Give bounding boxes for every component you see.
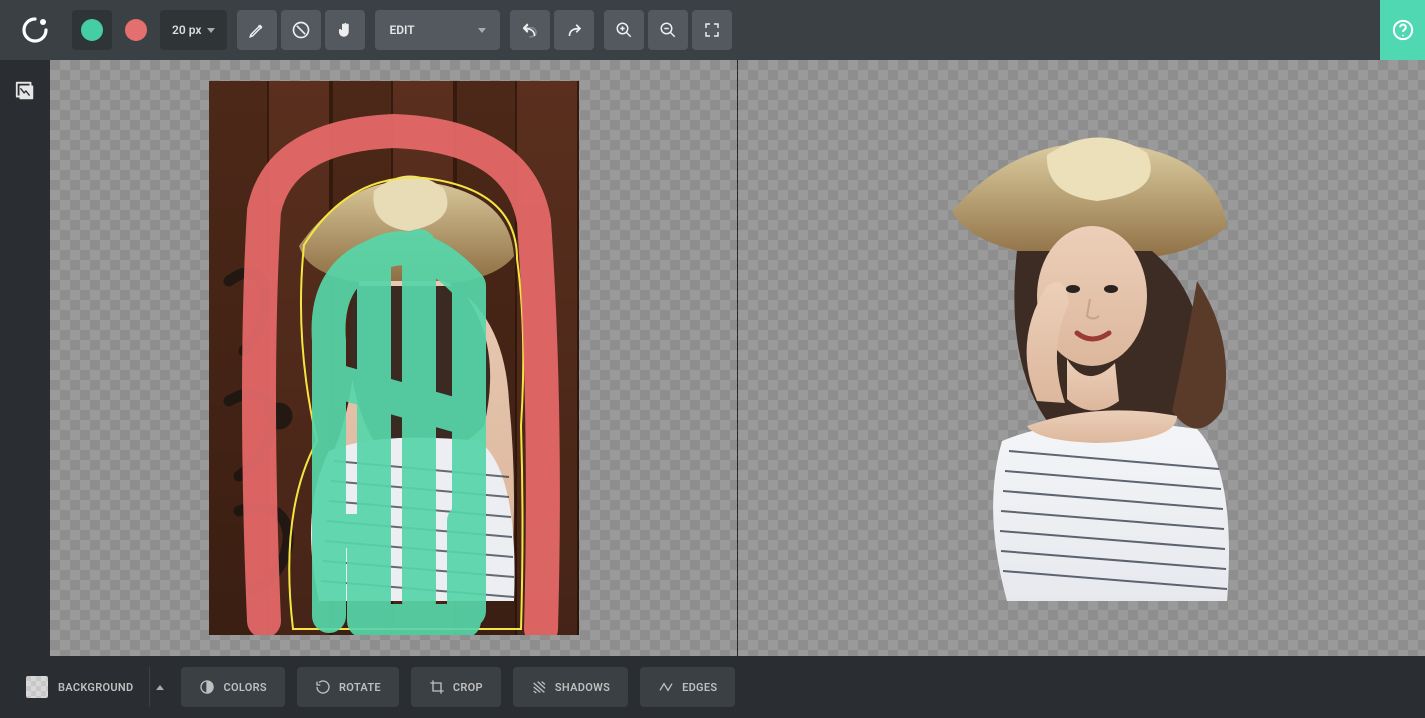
- bottom-toolbar: BACKGROUND COLORS ROTATE CROP SHADOWS ED…: [0, 656, 1425, 718]
- pencil-tool-button[interactable]: [237, 10, 277, 50]
- background-select[interactable]: BACKGROUND: [16, 667, 143, 707]
- contrast-icon: [199, 679, 215, 695]
- shadows-button[interactable]: SHADOWS: [513, 667, 628, 707]
- shadows-icon: [531, 679, 547, 695]
- crop-label: CROP: [453, 681, 483, 694]
- keep-color-swatch[interactable]: [72, 10, 112, 50]
- draw-tool-group: [237, 10, 365, 50]
- background-label: BACKGROUND: [58, 681, 133, 694]
- remove-color-swatch[interactable]: [116, 10, 156, 50]
- rotate-button[interactable]: ROTATE: [297, 667, 399, 707]
- hand-tool-button[interactable]: [325, 10, 365, 50]
- fullscreen-button[interactable]: [692, 10, 732, 50]
- app-logo[interactable]: [20, 17, 50, 43]
- rotate-label: ROTATE: [339, 681, 381, 694]
- edges-label: EDGES: [682, 681, 717, 694]
- result-image: [897, 81, 1267, 635]
- rotate-icon: [315, 679, 331, 695]
- edges-button[interactable]: EDGES: [640, 667, 735, 707]
- shadows-label: SHADOWS: [555, 681, 610, 694]
- workspace: [0, 60, 1425, 656]
- green-circle-icon: [81, 19, 103, 41]
- color-tool-group: 20 px: [72, 10, 227, 50]
- chevron-down-icon: [478, 28, 486, 33]
- erase-tool-button[interactable]: [281, 10, 321, 50]
- zoom-in-button[interactable]: [604, 10, 644, 50]
- zoom-out-button[interactable]: [648, 10, 688, 50]
- edit-tool-group: EDIT: [375, 10, 500, 50]
- editing-canvas[interactable]: [50, 60, 737, 656]
- top-toolbar: 20 px EDIT: [0, 0, 1425, 60]
- source-image: [209, 81, 579, 635]
- edit-mode-select[interactable]: EDIT: [375, 10, 500, 50]
- brush-size-select[interactable]: 20 px: [160, 10, 227, 50]
- chevron-down-icon: [207, 28, 215, 33]
- undo-button[interactable]: [510, 10, 550, 50]
- red-circle-icon: [125, 19, 147, 41]
- colors-button[interactable]: COLORS: [181, 667, 284, 707]
- background-caret[interactable]: [149, 667, 169, 707]
- left-rail: [0, 60, 50, 656]
- colors-label: COLORS: [223, 681, 266, 694]
- help-button[interactable]: [1380, 0, 1425, 60]
- history-tool-group: [510, 10, 594, 50]
- canvas-area: [50, 60, 1425, 656]
- edit-mode-label: EDIT: [389, 23, 414, 37]
- edges-icon: [658, 679, 674, 695]
- chevron-up-icon: [156, 685, 164, 690]
- crop-icon: [429, 679, 445, 695]
- redo-button[interactable]: [554, 10, 594, 50]
- transparent-thumb-icon: [26, 676, 48, 698]
- zoom-tool-group: [604, 10, 732, 50]
- crop-button[interactable]: CROP: [411, 667, 501, 707]
- result-canvas[interactable]: [738, 60, 1425, 656]
- image-gallery-button[interactable]: [8, 74, 42, 108]
- brush-size-label: 20 px: [172, 23, 201, 37]
- brush-strokes: [209, 81, 579, 635]
